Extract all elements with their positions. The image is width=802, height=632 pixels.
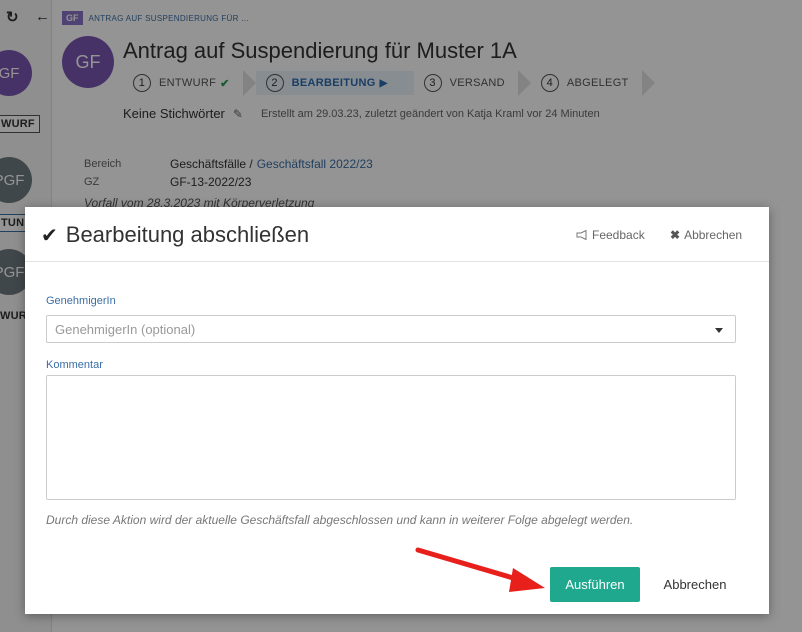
close-icon: ✖ bbox=[670, 228, 681, 242]
dialog-header: ✔ Bearbeitung abschließen Feedback ✖ Abb… bbox=[25, 207, 769, 262]
execute-button[interactable]: Ausführen bbox=[550, 567, 640, 602]
abort-top-label: Abbrechen bbox=[684, 228, 743, 242]
complete-dialog: ✔ Bearbeitung abschließen Feedback ✖ Abb… bbox=[25, 207, 769, 614]
approver-placeholder: GenehmigerIn (optional) bbox=[55, 321, 196, 337]
comment-field[interactable] bbox=[46, 375, 736, 500]
abort-top-button[interactable]: ✖ Abbrechen bbox=[670, 228, 742, 242]
feedback-label: Feedback bbox=[592, 228, 645, 242]
check-icon: ✔ bbox=[41, 224, 58, 247]
feedback-button[interactable]: Feedback bbox=[576, 228, 645, 242]
dialog-hint: Durch diese Aktion wird der aktuelle Ges… bbox=[46, 513, 634, 527]
chevron-down-icon bbox=[715, 328, 723, 333]
dialog-title: ✔ Bearbeitung abschließen bbox=[41, 222, 309, 248]
megaphone-icon bbox=[576, 230, 587, 240]
comment-label: Kommentar bbox=[46, 359, 103, 371]
approver-select[interactable]: GenehmigerIn (optional) bbox=[46, 315, 736, 343]
dialog-title-text: Bearbeitung abschließen bbox=[65, 222, 310, 247]
approver-label: GenehmigerIn bbox=[46, 295, 116, 307]
cancel-button[interactable]: Abbrechen bbox=[655, 567, 735, 602]
